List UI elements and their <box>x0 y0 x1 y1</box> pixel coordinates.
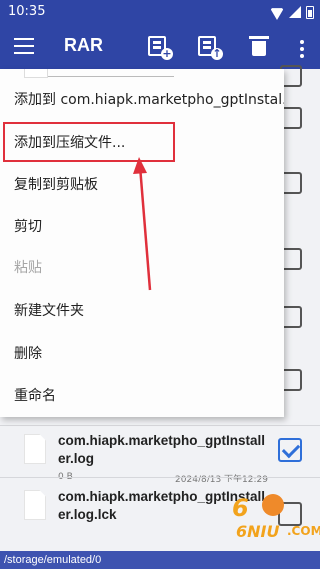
extract-archive-button[interactable]: ↑ <box>195 33 223 61</box>
file-checkbox[interactable] <box>278 438 302 462</box>
add-to-archive-button[interactable]: + <box>145 33 173 61</box>
site-watermark: 6 6NIU .COM <box>232 494 320 541</box>
battery-icon <box>306 5 314 19</box>
overflow-menu-icon[interactable] <box>300 40 304 61</box>
menu-item-cut[interactable]: 剪切 <box>0 206 284 248</box>
delete-button[interactable] <box>245 33 273 61</box>
status-icons <box>270 5 314 19</box>
signal-icon <box>289 6 301 18</box>
hamburger-menu-icon[interactable] <box>14 38 34 54</box>
file-icon <box>24 434 46 464</box>
status-bar: 10:35 <box>0 0 320 24</box>
annotation-highlight-box <box>3 122 175 162</box>
menu-item-copy-to-clipboard[interactable]: 复制到剪贴板 <box>0 164 284 206</box>
file-name: com.hiapk.marketpho_gptInstaller.log <box>58 433 266 466</box>
file-icon <box>24 490 46 520</box>
menu-item-add-to-named-archive[interactable]: 添加到 com.hiapk.marketpho_gptInstal... <box>0 79 284 121</box>
menu-item-new-folder[interactable]: 新建文件夹 <box>0 290 284 332</box>
menu-item-paste[interactable]: 粘贴 <box>0 247 284 289</box>
trash-icon <box>249 36 269 56</box>
menu-item-rename[interactable]: 重命名 <box>0 375 284 417</box>
path-bar: /storage/emulated/0 <box>0 551 320 569</box>
status-time: 10:35 <box>8 4 46 19</box>
app-title: RAR <box>64 35 103 55</box>
app-toolbar: RAR + ↑ <box>0 24 320 69</box>
wifi-icon <box>270 6 284 18</box>
menu-item-delete[interactable]: 删除 <box>0 333 284 375</box>
menu-top-stub <box>24 69 174 78</box>
